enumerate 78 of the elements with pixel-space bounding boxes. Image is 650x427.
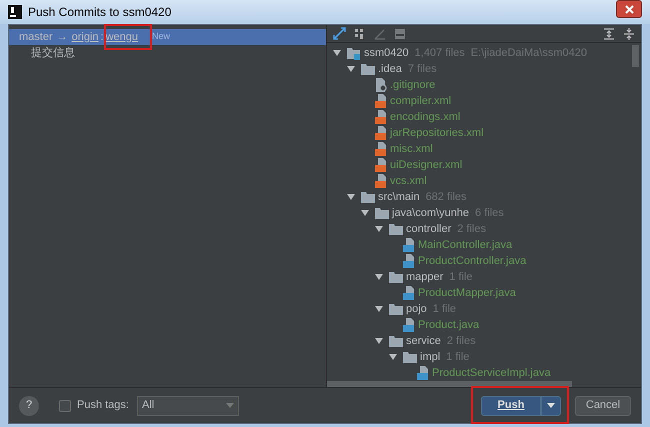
folder-icon	[361, 192, 375, 202]
arrows-icon[interactable]	[333, 27, 346, 40]
close-button[interactable]	[616, 0, 642, 18]
app-logo-icon	[8, 5, 22, 19]
expanded-arrow-icon[interactable]	[389, 353, 397, 361]
folder-icon	[389, 336, 403, 346]
folder-icon	[389, 224, 403, 234]
expanded-arrow-icon[interactable]	[361, 209, 369, 217]
file-name[interactable]: misc.xml	[390, 140, 433, 158]
java-file-icon	[403, 318, 415, 332]
folder-icon	[361, 64, 375, 74]
push-tags-label: Push tags:	[77, 398, 129, 414]
file-name[interactable]: encodings.xml	[390, 108, 460, 126]
xml-file-icon	[375, 94, 387, 108]
file-name[interactable]: compiler.xml	[390, 92, 452, 110]
file-name[interactable]: .gitignore	[390, 76, 436, 94]
help-button[interactable]: ?	[19, 396, 39, 416]
xml-file-icon	[375, 174, 387, 188]
push-tags-checkbox[interactable]	[59, 400, 71, 412]
file-name[interactable]: ProductServiceImpl.java	[432, 364, 551, 382]
close-icon	[624, 4, 634, 14]
file-name[interactable]: uiDesigner.xml	[390, 156, 462, 174]
folder-name[interactable]: service	[406, 332, 441, 350]
ignore-file-icon	[375, 78, 387, 92]
source-branch: master	[19, 30, 53, 45]
target-branch-link[interactable]: wengu	[106, 28, 138, 46]
expanded-arrow-icon[interactable]	[375, 273, 383, 281]
expanded-arrow-icon[interactable]	[375, 305, 383, 313]
remote-link[interactable]: origin	[72, 28, 99, 46]
java-file-icon	[403, 238, 415, 252]
folder-icon	[389, 272, 403, 282]
folder-name[interactable]: mapper	[406, 268, 444, 286]
push-options-button[interactable]	[541, 396, 561, 416]
expanded-arrow-icon[interactable]	[333, 49, 341, 57]
xml-file-icon	[375, 142, 387, 156]
horizontal-scrollbar[interactable]	[327, 381, 572, 387]
java-file-icon	[403, 254, 415, 268]
cancel-button[interactable]: Cancel	[575, 396, 631, 416]
java-file-icon	[403, 286, 415, 300]
file-name[interactable]: vcs.xml	[390, 172, 427, 190]
folder-name[interactable]: pojo	[406, 300, 427, 318]
push-button[interactable]: Push	[481, 396, 541, 416]
folder-icon	[389, 304, 403, 314]
folder-icon	[375, 208, 389, 218]
dropdown-caret-icon	[226, 403, 234, 408]
group-icon[interactable]	[354, 28, 366, 40]
new-label: New	[152, 30, 170, 44]
collapse-all-icon[interactable]	[623, 28, 635, 40]
folder-name[interactable]: ssm0420	[364, 44, 409, 62]
arrow-text: →	[56, 30, 68, 45]
vertical-scrollbar[interactable]	[632, 45, 639, 67]
folder-name[interactable]: controller	[406, 220, 452, 238]
xml-file-icon	[375, 110, 387, 124]
file-name[interactable]: ProductMapper.java	[418, 284, 516, 302]
folder-name[interactable]: src\main	[378, 188, 420, 206]
commit-message[interactable]: 提交信息	[31, 44, 75, 62]
file-name[interactable]: Product.java	[418, 316, 480, 334]
file-name[interactable]: jarRepositories.xml	[390, 124, 484, 142]
expanded-arrow-icon[interactable]	[375, 225, 383, 233]
folder-icon	[403, 352, 417, 362]
separator-text: :	[100, 30, 104, 45]
file-name[interactable]: ProductController.java	[418, 252, 526, 270]
file-name[interactable]: MainController.java	[418, 236, 512, 254]
java-file-icon	[417, 366, 429, 380]
expanded-arrow-icon[interactable]	[347, 193, 355, 201]
caret-icon	[547, 403, 555, 408]
folder-name[interactable]: java\com\yunhe	[392, 204, 470, 222]
folder-name[interactable]: impl	[420, 348, 440, 366]
branch-row[interactable]: master → origin : wengu New	[9, 29, 326, 45]
folder-name[interactable]: .idea	[378, 60, 402, 78]
window-title: Push Commits to ssm0420	[28, 4, 172, 21]
expanded-arrow-icon[interactable]	[375, 337, 383, 345]
expand-all-icon[interactable]	[603, 28, 615, 40]
module-folder-icon	[347, 46, 361, 60]
expanded-arrow-icon[interactable]	[347, 65, 355, 73]
xml-file-icon	[375, 158, 387, 172]
xml-file-icon	[375, 126, 387, 140]
tags-dropdown[interactable]: All	[136, 396, 239, 416]
